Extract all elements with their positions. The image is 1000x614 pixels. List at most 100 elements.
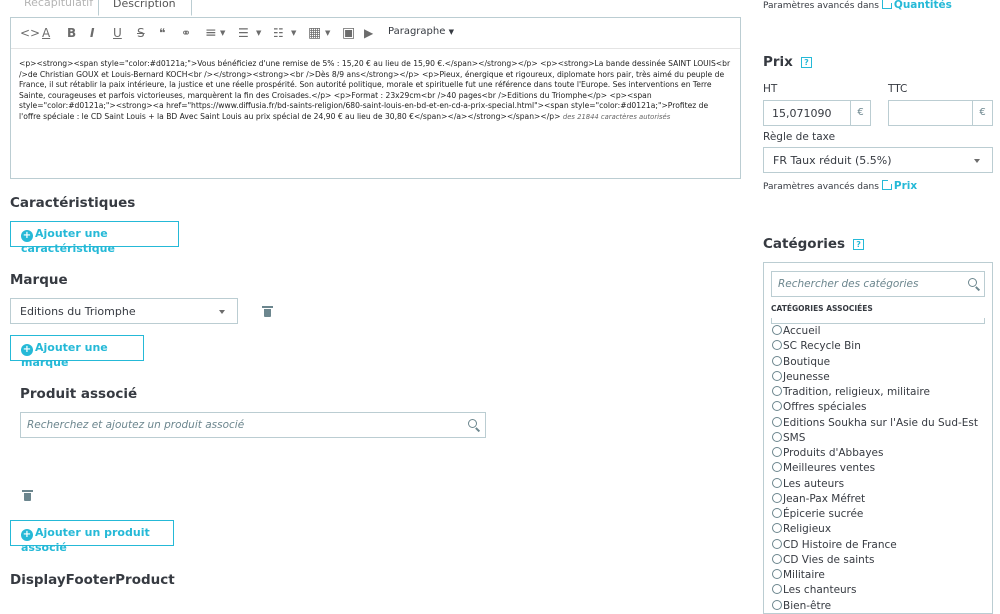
category-item[interactable]: Tradition, religieux, militaire (772, 385, 978, 400)
source-code-icon[interactable]: <> (20, 26, 40, 40)
plus-circle-icon: + (21, 529, 33, 541)
add-brand-button[interactable]: + Ajouter une marque (10, 335, 144, 369)
category-label: Les chanteurs (783, 584, 857, 597)
radio-icon[interactable] (772, 599, 782, 610)
radio-icon[interactable] (772, 325, 782, 335)
radio-icon[interactable] (772, 462, 782, 473)
category-item[interactable]: Les chanteurs (772, 583, 978, 598)
radio-icon[interactable] (772, 477, 782, 488)
category-item[interactable]: Meilleures ventes (772, 461, 978, 476)
category-item[interactable]: SMS (772, 431, 978, 446)
price-title: Prix? (763, 54, 812, 70)
price-advanced-note: Paramètres avancés dans Prix (763, 179, 917, 192)
align-dropdown-caret-icon[interactable]: ▼ (220, 26, 225, 40)
add-feature-button[interactable]: + Ajouter une caractéristique (10, 221, 179, 255)
radio-icon[interactable] (772, 447, 782, 457)
tab-description[interactable]: Description (98, 0, 192, 16)
radio-icon[interactable] (772, 386, 782, 396)
related-product-search-input[interactable]: Recherchez et ajoutez un produit associé (20, 412, 486, 438)
delete-related-trash-icon[interactable] (22, 490, 33, 501)
tax-rule-select[interactable]: FR Taux réduit (5.5%) (763, 147, 993, 173)
link-icon[interactable]: ⚭ (181, 26, 191, 40)
category-item[interactable]: CD Vies de saints (772, 553, 978, 568)
category-item[interactable]: Militaire (772, 568, 978, 583)
paragraph-format-label: Paragraphe (388, 26, 446, 37)
paragraph-format-select[interactable]: Paragraphe ▼ (388, 26, 454, 37)
category-item[interactable]: Produits d'Abbayes (772, 446, 978, 461)
text-color-icon[interactable]: A (42, 26, 50, 40)
paragraph-caret-icon: ▼ (448, 28, 454, 36)
category-label: Religieux (783, 523, 832, 536)
video-icon[interactable]: ▶ (364, 26, 373, 40)
plus-circle-icon: + (21, 230, 33, 242)
search-icon[interactable] (468, 419, 481, 432)
category-label: Jean-Pax Méfret (783, 492, 866, 505)
bullet-list-icon[interactable]: ☰ (238, 26, 249, 40)
category-item[interactable]: Offres spéciales (772, 400, 978, 415)
numbered-dropdown-caret-icon[interactable]: ▼ (291, 26, 296, 40)
category-label: Accueil (783, 325, 821, 337)
help-icon[interactable]: ? (853, 239, 865, 250)
price-ht-field[interactable]: 15,071090 € (763, 100, 871, 126)
category-item[interactable]: Jeunesse (772, 370, 978, 385)
add-related-product-label: Ajouter un produit associé (21, 526, 150, 554)
category-item[interactable]: Editions Soukha sur l'Asie du Sud-Est (772, 416, 978, 431)
price-note-text: Paramètres avancés dans (763, 182, 879, 192)
add-feature-label: Ajouter une caractéristique (21, 227, 115, 255)
radio-icon[interactable] (772, 508, 782, 518)
radio-icon[interactable] (772, 523, 782, 534)
radio-icon[interactable] (772, 569, 782, 579)
bold-icon[interactable]: B (67, 26, 76, 40)
numbered-list-icon[interactable]: ☷ (273, 26, 284, 40)
brand-select[interactable]: Editions du Triomphe (10, 298, 238, 324)
strikethrough-icon[interactable]: S (137, 26, 145, 40)
radio-icon[interactable] (772, 492, 782, 503)
underline-icon[interactable]: U (113, 26, 122, 40)
image-icon[interactable]: ▣ (342, 26, 355, 40)
price-ht-value: 15,071090 (772, 107, 832, 120)
plus-circle-icon: + (21, 344, 33, 356)
category-item[interactable]: CD Histoire de France (772, 538, 978, 553)
tax-rule-value: FR Taux réduit (5.5%) (773, 154, 892, 167)
italic-icon[interactable]: I (90, 26, 94, 40)
brand-selected-value: Editions du Triomphe (20, 305, 136, 318)
blockquote-icon[interactable]: ❝ (159, 26, 165, 40)
radio-icon[interactable] (772, 538, 782, 549)
add-related-product-button[interactable]: + Ajouter un produit associé (10, 520, 174, 554)
align-icon[interactable]: ≡ (205, 26, 217, 40)
table-dropdown-caret-icon[interactable]: ▼ (325, 26, 330, 40)
radio-icon[interactable] (772, 416, 782, 427)
category-item[interactable]: SC Recycle Bin (772, 339, 978, 354)
radio-icon[interactable] (772, 431, 782, 442)
category-item[interactable]: Jean-Pax Méfret (772, 492, 978, 507)
category-item[interactable]: Les auteurs (772, 477, 978, 492)
quantities-link[interactable]: Quantités (894, 0, 952, 11)
radio-icon[interactable] (772, 553, 782, 564)
delete-brand-trash-icon[interactable] (262, 306, 273, 317)
tab-recapitulatif[interactable]: Récapitulatif (10, 0, 98, 16)
radio-icon[interactable] (772, 401, 782, 412)
category-item[interactable]: Épicerie sucrée (772, 507, 978, 522)
price-link[interactable]: Prix (894, 180, 917, 192)
category-item[interactable]: Boutique (772, 355, 978, 370)
price-title-text: Prix (763, 54, 793, 70)
table-icon[interactable]: ▦ (308, 26, 321, 40)
radio-icon[interactable] (772, 370, 782, 381)
category-item[interactable]: Religieux (772, 522, 978, 537)
help-icon[interactable]: ? (800, 57, 812, 68)
category-search-input[interactable]: Rechercher des catégories (771, 271, 985, 297)
category-item[interactable]: Bien-être (772, 599, 978, 614)
search-icon[interactable] (968, 278, 981, 291)
editor-content[interactable]: <p><strong><span style="color:#d0121a;">… (11, 49, 740, 132)
category-label: Offres spéciales (783, 401, 867, 414)
price-ttc-field[interactable]: € (888, 100, 993, 126)
radio-icon[interactable] (772, 584, 782, 595)
category-label: Meilleures ventes (783, 462, 876, 475)
quantities-advanced-note: Paramètres avancés dans Quantités (763, 0, 952, 11)
category-item[interactable]: Accueil (772, 324, 978, 339)
bullet-dropdown-caret-icon[interactable]: ▼ (256, 26, 261, 40)
radio-icon[interactable] (772, 355, 782, 366)
category-label: Militaire (783, 569, 825, 581)
radio-icon[interactable] (772, 340, 782, 351)
chevron-down-icon (974, 159, 980, 163)
